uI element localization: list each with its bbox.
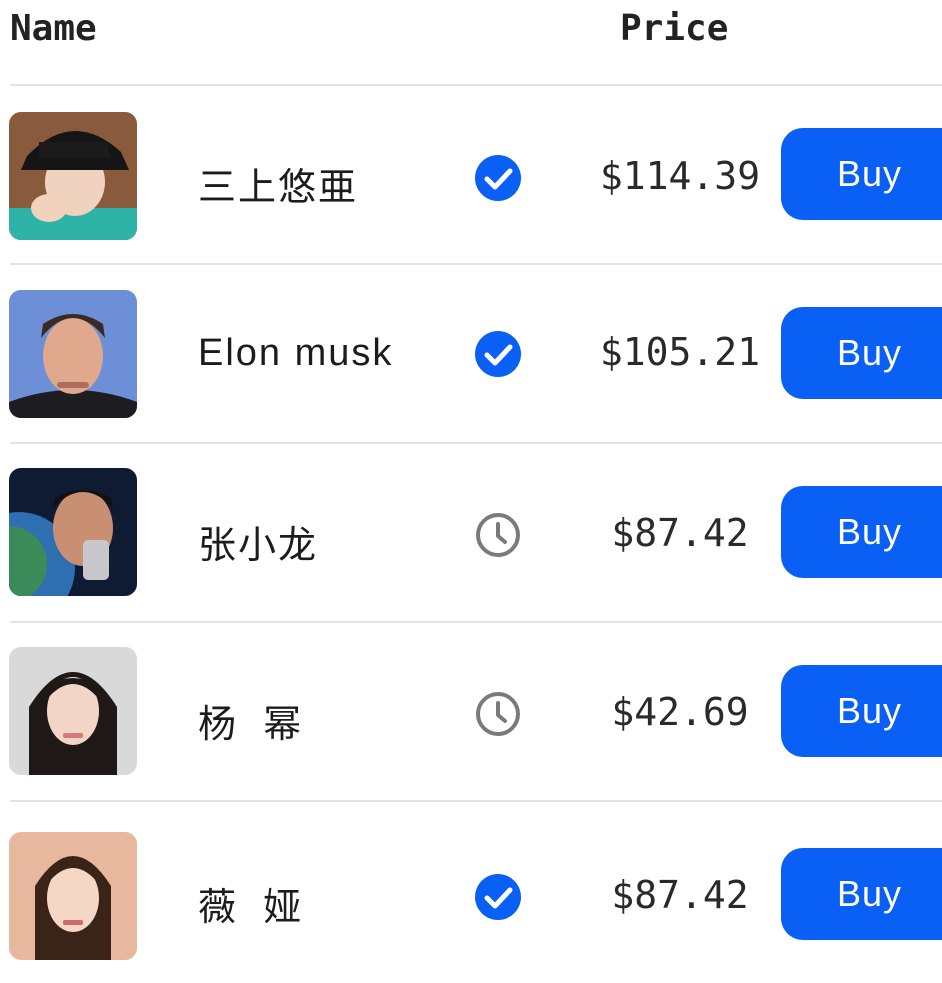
item-price: $114.39 — [599, 154, 761, 198]
buy-button[interactable]: Buy — [781, 486, 942, 578]
item-name: 薇 娅 — [198, 887, 304, 929]
buy-button[interactable]: Buy — [781, 307, 942, 399]
item-price: $87.42 — [611, 873, 749, 917]
check-circle-icon — [474, 330, 522, 378]
clock-icon — [474, 690, 522, 738]
clock-icon — [474, 511, 522, 559]
table-row: 薇 娅 $87.42 Buy — [0, 802, 942, 980]
avatar — [9, 112, 137, 240]
price-column-header: Price — [620, 8, 729, 49]
item-name: Elon musk — [198, 332, 394, 374]
avatar — [9, 290, 137, 418]
buy-button[interactable]: Buy — [781, 665, 942, 757]
item-price: $87.42 — [611, 511, 749, 555]
name-column-header: Name — [10, 8, 97, 49]
table-row: 张小龙 $87.42 Buy — [0, 444, 942, 622]
check-circle-icon — [474, 154, 522, 202]
avatar — [9, 832, 137, 960]
item-name: 张小龙 — [198, 525, 319, 567]
buy-button[interactable]: Buy — [781, 128, 942, 220]
table-row: Elon musk $105.21 Buy — [0, 265, 942, 443]
avatar — [9, 647, 137, 775]
item-price: $42.69 — [611, 690, 749, 734]
item-price: $105.21 — [599, 330, 761, 374]
buy-button[interactable]: Buy — [781, 848, 942, 940]
item-name: 三上悠亜 — [198, 167, 359, 209]
check-circle-icon — [474, 873, 522, 921]
avatar — [9, 468, 137, 596]
table-row: 三上悠亜 $114.39 Buy — [0, 86, 942, 264]
item-name: 杨 幂 — [198, 704, 304, 746]
table-header: Name Price — [0, 0, 942, 84]
table-row: 杨 幂 $42.69 Buy — [0, 623, 942, 801]
